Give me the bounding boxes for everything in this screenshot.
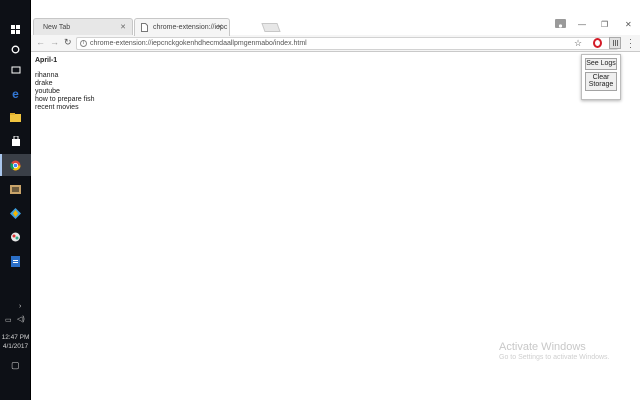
profile-button[interactable] bbox=[555, 19, 566, 31]
activation-watermark-title: Activate Windows bbox=[499, 341, 586, 353]
folder-icon bbox=[10, 112, 21, 122]
close-icon[interactable]: ✕ bbox=[217, 23, 223, 31]
forward-button[interactable]: → bbox=[50, 37, 59, 47]
list-item: rihanna bbox=[35, 72, 59, 79]
photo-viewer-icon bbox=[10, 184, 21, 194]
page-content: April-1 rihanna drake youtube how to pre… bbox=[35, 57, 95, 112]
info-icon[interactable]: i bbox=[80, 40, 87, 47]
bar-icon bbox=[615, 40, 616, 46]
address-url: chrome-extension://iepcnckgokenhdhecmdaa… bbox=[90, 40, 307, 47]
address-bar[interactable]: i chrome-extension://iepcnckgokenhdhecmd… bbox=[76, 37, 618, 50]
page-title: April-1 bbox=[35, 57, 58, 64]
tab-extension[interactable]: chrome-extension://iepc ✕ bbox=[134, 18, 230, 36]
page-icon bbox=[141, 23, 148, 32]
close-icon[interactable]: ✕ bbox=[120, 23, 126, 31]
taskbar-app-3[interactable] bbox=[0, 226, 31, 248]
reload-button[interactable]: ↻ bbox=[64, 37, 72, 48]
cortana-circle-icon bbox=[11, 45, 20, 53]
network-icon[interactable]: ▭ bbox=[5, 316, 12, 324]
game-app-icon bbox=[11, 232, 20, 242]
new-tab-button[interactable] bbox=[261, 23, 281, 32]
chrome-icon bbox=[10, 160, 21, 170]
volume-icon[interactable]: ◁) bbox=[17, 315, 25, 323]
bookmark-star-icon[interactable]: ☆ bbox=[574, 38, 582, 49]
bar-icon bbox=[613, 40, 614, 46]
task-view-button[interactable] bbox=[0, 59, 31, 81]
taskbar-edge[interactable]: e bbox=[0, 83, 31, 105]
paint-diamond-icon bbox=[10, 207, 21, 219]
chevron-up-icon[interactable]: › bbox=[19, 303, 21, 310]
taskbar-app-4[interactable] bbox=[0, 250, 31, 272]
close-window-button[interactable]: ✕ bbox=[625, 20, 632, 29]
restore-button[interactable]: ❐ bbox=[601, 20, 608, 29]
list-item: recent movies bbox=[35, 104, 79, 111]
edge-icon: e bbox=[12, 87, 19, 101]
windows-logo-icon bbox=[11, 24, 20, 34]
person-icon bbox=[557, 24, 564, 31]
tab-label: New Tab bbox=[43, 24, 71, 31]
clock-date: 4/1/2017 bbox=[2, 343, 29, 350]
clock-time: 12:47 PM bbox=[1, 334, 30, 341]
cortana-button[interactable] bbox=[0, 38, 31, 60]
extension-button[interactable] bbox=[609, 37, 621, 49]
list-item: how to prepare fish bbox=[35, 96, 95, 103]
screen: e › ▭ ◁) 12:47 PM 4/1/2017 ▢ New Tab ✕ c… bbox=[0, 0, 640, 400]
chrome-menu-button[interactable]: · · · bbox=[629, 35, 632, 52]
system-clock[interactable]: 12:47 PM 4/1/2017 bbox=[0, 333, 31, 351]
activation-watermark-subtitle: Go to Settings to activate Windows. bbox=[499, 354, 610, 361]
opera-extension-icon[interactable] bbox=[593, 38, 602, 48]
clear-storage-button[interactable]: Clear Storage bbox=[585, 71, 617, 91]
document-icon bbox=[11, 255, 20, 267]
browser-tabstrip: New Tab ✕ chrome-extension://iepc ✕ — ❐ … bbox=[31, 0, 640, 36]
minimize-button[interactable]: — bbox=[578, 20, 586, 29]
taskbar-chrome[interactable] bbox=[0, 154, 31, 176]
back-button[interactable]: ← bbox=[36, 37, 45, 47]
tab-new-tab[interactable]: New Tab ✕ bbox=[33, 18, 133, 36]
task-view-icon bbox=[11, 66, 20, 74]
browser-toolbar: ← → ↻ i chrome-extension://iepcnckgokenh… bbox=[31, 35, 640, 52]
list-item: youtube bbox=[35, 88, 60, 95]
windows-taskbar: e › ▭ ◁) 12:47 PM 4/1/2017 ▢ bbox=[0, 0, 31, 400]
bar-icon bbox=[617, 40, 618, 46]
notifications-icon[interactable]: ▢ bbox=[11, 360, 20, 371]
taskbar-app-1[interactable] bbox=[0, 178, 31, 200]
start-button[interactable] bbox=[0, 18, 31, 40]
list-item: drake bbox=[35, 80, 53, 87]
store-bag-icon bbox=[11, 136, 20, 146]
taskbar-app-2[interactable] bbox=[0, 202, 31, 224]
taskbar-store[interactable] bbox=[0, 130, 31, 152]
taskbar-file-explorer[interactable] bbox=[0, 106, 31, 128]
see-logs-button[interactable]: See Logs bbox=[585, 58, 617, 70]
extension-popup: See Logs Clear Storage bbox=[581, 54, 621, 100]
